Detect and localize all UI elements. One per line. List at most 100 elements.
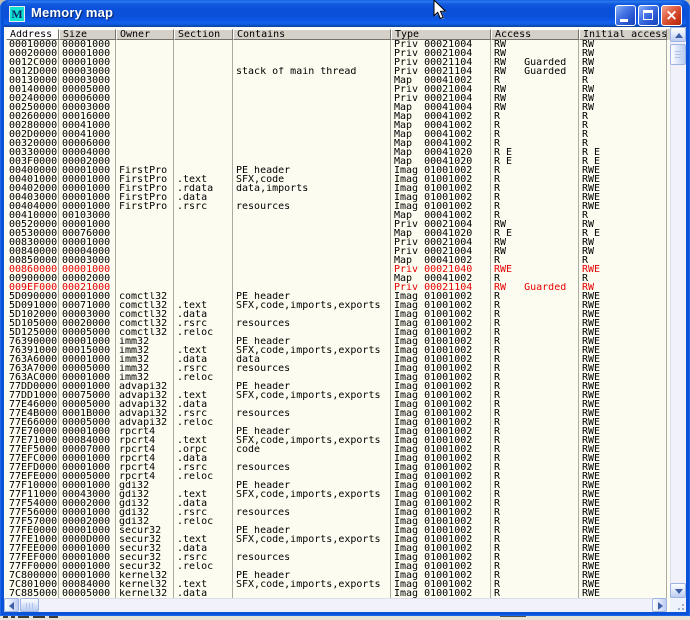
table-row[interactable]: 7639000000001000imm32PE headerImag 01001…: [6, 337, 671, 346]
cell-size: 00003000: [59, 256, 116, 265]
table-row[interactable]: 0040300000001000FirstPro.dataImag 010010…: [6, 193, 671, 202]
cell-owner: [116, 265, 174, 274]
column-header-access[interactable]: Access: [491, 29, 579, 40]
table-row[interactable]: 5D09100000071000comctl32.textSFX,code,im…: [6, 301, 671, 310]
table-row[interactable]: 763A700000005000imm32.rsrcresourcesImag …: [6, 364, 671, 373]
table-row[interactable]: 77E7000000001000rpcrt4PE headerImag 0100…: [6, 427, 671, 436]
table-row[interactable]: 0040000000001000FirstProPE headerImag 01…: [6, 166, 671, 175]
vertical-scrollbar[interactable]: [670, 27, 686, 598]
table-row[interactable]: 77FE000000001000secur32PE headerImag 010…: [6, 526, 671, 535]
maximize-button[interactable]: [638, 5, 659, 26]
scroll-up-icon: [675, 33, 683, 38]
table-row[interactable]: 0012C00000001000Priv 00021104RW GuardedR…: [6, 58, 671, 67]
table-row[interactable]: 0024000000006000Priv 00021004RWRW: [6, 94, 671, 103]
column-header-owner[interactable]: Owner: [116, 29, 174, 40]
table-row[interactable]: 77F1100000043000gdi32.textSFX,code,impor…: [6, 490, 671, 499]
table-row[interactable]: 5D10500000020000comctl32.rsrcresourcesIm…: [6, 319, 671, 328]
table-row[interactable]: 0026000000016000Map 00041002RR: [6, 112, 671, 121]
close-button[interactable]: ×: [661, 5, 682, 26]
table-row[interactable]: 0032000000006000Map 00041002RR: [6, 139, 671, 148]
table-row[interactable]: 77E7100000084000rpcrt4.textSFX,code,impo…: [6, 436, 671, 445]
column-header-type[interactable]: Type: [391, 29, 491, 40]
cell-access: R: [491, 391, 579, 400]
table-row[interactable]: 5D09000000001000comctl32PE headerImag 01…: [6, 292, 671, 301]
table-row[interactable]: 0040400000001000FirstPro.rsrcresourcesIm…: [6, 202, 671, 211]
scroll-up-button[interactable]: [670, 27, 686, 42]
table-row[interactable]: 77EFC00000001000rpcrt4.dataImag 01001002…: [6, 454, 671, 463]
table-row[interactable]: 7C88500000005000kernel32.dataImag 010010…: [6, 589, 671, 598]
table-row[interactable]: 763A600000001000imm32.datadataImag 01001…: [6, 355, 671, 364]
table-row[interactable]: 0083000000001000Priv 00021004RWRW: [6, 238, 671, 247]
table-row[interactable]: 77FEE00000001000secur32.dataImag 0100100…: [6, 544, 671, 553]
table-row[interactable]: 003F000000002000Map 00041020R ER E: [6, 157, 671, 166]
horizontal-scroll-thumb[interactable]: [20, 598, 39, 612]
table-row[interactable]: 77F5600000001000gdi32.rsrcresourcesImag …: [6, 508, 671, 517]
table-row[interactable]: 77FE10000000D000secur32.textSFX,code,imp…: [6, 535, 671, 544]
table-row[interactable]: 77EF500000007000rpcrt4.orpccodeImag 0100…: [6, 445, 671, 454]
table-row[interactable]: 0002000000001000Priv 00021004RWRW: [6, 49, 671, 58]
table-row[interactable]: 77EFE00000005000rpcrt4.relocImag 0100100…: [6, 472, 671, 481]
cell-contains: [233, 193, 391, 202]
cell-address: 763A6000: [6, 355, 59, 364]
table-row[interactable]: 77E4B0000001B000advapi32.rsrcresourcesIm…: [6, 409, 671, 418]
table-row[interactable]: 5D10200000003000comctl32.dataImag 010010…: [6, 310, 671, 319]
minimize-button[interactable]: [615, 5, 636, 26]
table-row[interactable]: 0012D00000003000stack of main threadPriv…: [6, 67, 671, 76]
cell-owner: [116, 211, 174, 220]
table-row[interactable]: 0040200000001000FirstPro.rdatadata,impor…: [6, 184, 671, 193]
column-header-contains[interactable]: Contains: [233, 29, 391, 40]
title-bar[interactable]: M Memory map ×: [4, 1, 686, 27]
table-row[interactable]: 7C80100000084000kernel32.textSFX,code,im…: [6, 580, 671, 589]
table-row[interactable]: 77FEF00000001000secur32.rsrcresourcesIma…: [6, 553, 671, 562]
table-row[interactable]: 77E4600000005000advapi32.dataImag 010010…: [6, 400, 671, 409]
table-row[interactable]: 0001000000001000Priv 00021004RWRW: [6, 40, 671, 49]
table-row[interactable]: 0041000000103000Map 00041002RR: [6, 211, 671, 220]
table-row[interactable]: 5D12500000005000comctl32.relocImag 01001…: [6, 328, 671, 337]
cell-address: 77E70000: [6, 427, 59, 436]
cell-type: Imag 01001002: [391, 517, 491, 526]
table-row[interactable]: 77FF000000001000secur32.relocImag 010010…: [6, 562, 671, 571]
scroll-left-icon: [9, 602, 14, 610]
horizontal-scrollbar[interactable]: [4, 598, 667, 612]
vertical-scroll-thumb[interactable]: [670, 44, 686, 65]
table-row[interactable]: 77F5400000002000gdi32.dataImag 01001002R…: [6, 499, 671, 508]
table-row[interactable]: 763AC00000001000imm32.relocImag 01001002…: [6, 373, 671, 382]
table-row[interactable]: 77DD000000001000advapi32PE headerImag 01…: [6, 382, 671, 391]
cell-owner: gdi32: [116, 490, 174, 499]
column-header-address[interactable]: Address: [6, 29, 59, 40]
scroll-right-button[interactable]: [652, 598, 667, 612]
table-row[interactable]: 0028000000041000Map 00041002RR: [6, 121, 671, 130]
column-header-initial-access[interactable]: Initial access: [579, 29, 667, 40]
column-header-section[interactable]: Section: [174, 29, 233, 40]
table-row[interactable]: 0040100000001000FirstPro.textSFX,codeIma…: [6, 175, 671, 184]
cell-type: Imag 01001002: [391, 418, 491, 427]
table-row[interactable]: 77F5700000002000gdi32.relocImag 01001002…: [6, 517, 671, 526]
table-row[interactable]: 0086000000001000Priv 00021040RWERWE: [6, 265, 671, 274]
table-row[interactable]: 0090000000002000Map 00041002RR: [6, 274, 671, 283]
scroll-down-button[interactable]: [670, 583, 686, 598]
table-row[interactable]: 7C80000000001000kernel32PE headerImag 01…: [6, 571, 671, 580]
table-row[interactable]: 77E6600000005000advapi32.relocImag 01001…: [6, 418, 671, 427]
cell-initial-access: RWE: [579, 202, 667, 211]
table-row[interactable]: 7639100000015000imm32.textSFX,code,impor…: [6, 346, 671, 355]
cell-size: 00075000: [59, 391, 116, 400]
cell-initial-access: RWE: [579, 346, 667, 355]
table-row[interactable]: 0085000000003000Map 00041002RR: [6, 256, 671, 265]
table-row[interactable]: 0025000000003000Map 00041004RWRW: [6, 103, 671, 112]
table-row[interactable]: 77EFD00000001000rpcrt4.rsrcresourcesImag…: [6, 463, 671, 472]
table-row[interactable]: 0014000000005000Priv 00021004RWRW: [6, 85, 671, 94]
table-row[interactable]: 77DD100000075000advapi32.textSFX,code,im…: [6, 391, 671, 400]
table-row[interactable]: 009EF00000021000Priv 00021104RW GuardedR…: [6, 283, 671, 292]
resize-grip[interactable]: [670, 598, 686, 612]
table-row[interactable]: 0033000000004000Map 00041020R ER E: [6, 148, 671, 157]
cell-access: RW: [491, 94, 579, 103]
scroll-left-button[interactable]: [4, 598, 19, 612]
table-row[interactable]: 0053000000076000Map 00041020R ER E: [6, 229, 671, 238]
table-row[interactable]: 0084000000004000Priv 00021004RWRW: [6, 247, 671, 256]
table-row[interactable]: 77F1000000001000gdi32PE headerImag 01001…: [6, 481, 671, 490]
column-header-size[interactable]: Size: [59, 29, 116, 40]
table-row[interactable]: 002D000000041000Map 00041002RR: [6, 130, 671, 139]
cell-section: [174, 256, 233, 265]
table-row[interactable]: 0013000000003000Map 00041002RR: [6, 76, 671, 85]
table-row[interactable]: 0052000000001000Priv 00021004RWRW: [6, 220, 671, 229]
